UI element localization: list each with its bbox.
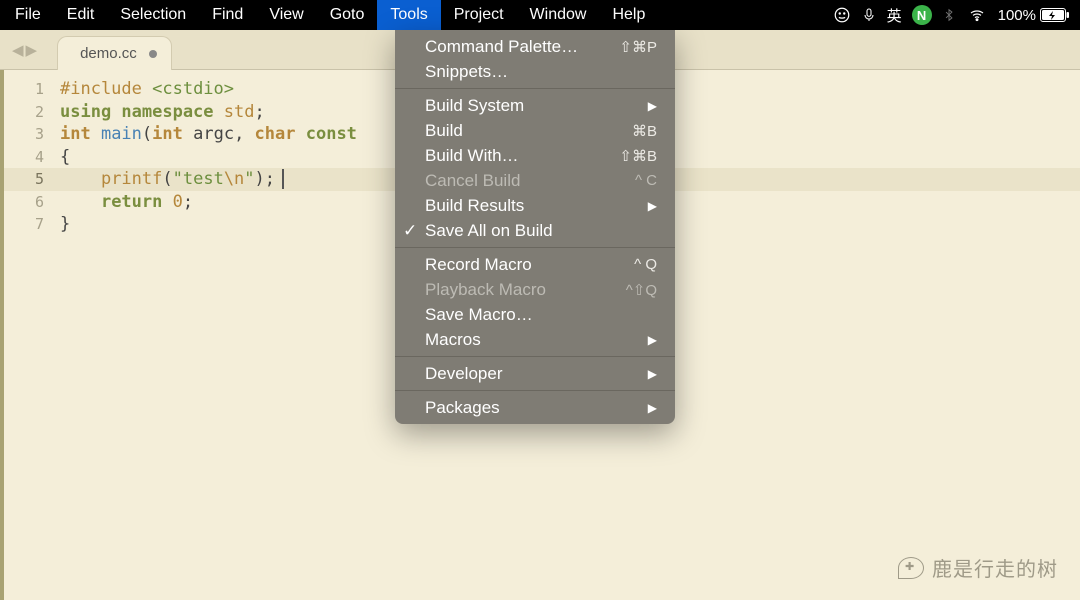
submenu-arrow-icon: ▶ (648, 99, 657, 113)
wifi-icon[interactable] (966, 7, 988, 23)
menu-item-shortcut: ^ C (635, 172, 657, 189)
watermark-icon (898, 557, 924, 579)
check-icon: ✓ (403, 221, 417, 241)
menu-find[interactable]: Find (199, 0, 256, 30)
nav-forward-icon[interactable]: ▶ (26, 41, 38, 59)
submenu-arrow-icon: ▶ (648, 367, 657, 381)
menu-item-label: Developer (425, 364, 648, 384)
menu-item-shortcut: ^ Q (634, 256, 657, 273)
menu-item-command-palette[interactable]: Command Palette…⇧⌘P (395, 34, 675, 59)
line-number: 7 (4, 213, 60, 236)
line-number: 2 (4, 101, 60, 124)
menu-item-label: Command Palette… (425, 37, 619, 57)
watermark-text: 鹿是行走的树 (932, 553, 1058, 582)
menu-item-build[interactable]: Build⌘B (395, 118, 675, 143)
menu-item-playback-macro: Playback Macro^⇧Q (395, 277, 675, 302)
menu-item-label: Build System (425, 96, 648, 116)
smiley-icon[interactable] (833, 6, 851, 24)
menu-goto[interactable]: Goto (317, 0, 378, 30)
menu-view[interactable]: View (256, 0, 316, 30)
menu-item-macros[interactable]: Macros▶ (395, 327, 675, 352)
menu-item-label: Snippets… (425, 62, 657, 82)
line-number: 5 (4, 168, 60, 191)
menu-selection[interactable]: Selection (107, 0, 199, 30)
menu-item-label: Save All on Build (425, 221, 657, 241)
menu-item-shortcut: ⌘B (632, 122, 657, 140)
menu-item-record-macro[interactable]: Record Macro^ Q (395, 252, 675, 277)
menu-item-build-results[interactable]: Build Results▶ (395, 193, 675, 218)
watermark: 鹿是行走的树 (898, 553, 1058, 582)
text-caret (282, 169, 284, 189)
menu-item-developer[interactable]: Developer▶ (395, 361, 675, 386)
menu-item-label: Cancel Build (425, 171, 635, 191)
tab-nav-arrows[interactable]: ◀ ▶ (12, 41, 37, 59)
menu-item-label: Build Results (425, 196, 648, 216)
nav-back-icon[interactable]: ◀ (12, 41, 24, 59)
submenu-arrow-icon: ▶ (648, 401, 657, 415)
battery-percent: 100% (998, 7, 1036, 24)
n-badge-icon[interactable]: N (912, 5, 932, 25)
menu-file[interactable]: File (2, 0, 54, 30)
menu-item-label: Build With… (425, 146, 619, 166)
menu-item-shortcut: ^⇧Q (626, 281, 657, 299)
menu-item-packages[interactable]: Packages▶ (395, 395, 675, 420)
menu-item-label: Playback Macro (425, 280, 626, 300)
menu-item-build-with[interactable]: Build With…⇧⌘B (395, 143, 675, 168)
battery-status[interactable]: 100% (998, 7, 1070, 24)
system-tray: 英 N 100% (833, 5, 1078, 26)
submenu-arrow-icon: ▶ (648, 333, 657, 347)
menu-item-shortcut: ⇧⌘P (619, 38, 657, 56)
menu-item-label: Build (425, 121, 632, 141)
menu-item-label: Packages (425, 398, 648, 418)
menu-edit[interactable]: Edit (54, 0, 108, 30)
menu-help[interactable]: Help (599, 0, 658, 30)
ime-indicator[interactable]: 英 (887, 5, 902, 26)
tools-menu-dropdown: Command Palette…⇧⌘P Snippets… Build System… (395, 30, 675, 424)
menu-project[interactable]: Project (441, 0, 517, 30)
mic-icon[interactable] (861, 6, 877, 24)
submenu-arrow-icon: ▶ (648, 199, 657, 213)
menu-item-label: Macros (425, 330, 648, 350)
tab-filename: demo.cc (80, 45, 137, 62)
menu-item-snippets[interactable]: Snippets… (395, 59, 675, 84)
menu-item-build-system[interactable]: Build System▶ (395, 93, 675, 118)
line-number-gutter: 1234567 (4, 70, 60, 600)
line-number: 6 (4, 191, 60, 214)
dirty-indicator-icon (149, 50, 157, 58)
menu-item-shortcut: ⇧⌘B (619, 147, 657, 165)
line-number: 4 (4, 146, 60, 169)
file-tab[interactable]: demo.cc (57, 36, 172, 70)
menu-item-label: Record Macro (425, 255, 634, 275)
menu-item-save-all-on-build[interactable]: ✓ Save All on Build (395, 218, 675, 243)
line-number: 3 (4, 123, 60, 146)
bluetooth-icon[interactable] (942, 6, 956, 24)
menubar: FileEditSelectionFindViewGotoToolsProjec… (0, 0, 1080, 30)
menu-item-save-macro[interactable]: Save Macro… (395, 302, 675, 327)
menu-item-label: Save Macro… (425, 305, 657, 325)
menu-tools[interactable]: Tools (377, 0, 440, 30)
menu-window[interactable]: Window (517, 0, 600, 30)
line-number: 1 (4, 78, 60, 101)
menu-item-cancel-build: Cancel Build^ C (395, 168, 675, 193)
